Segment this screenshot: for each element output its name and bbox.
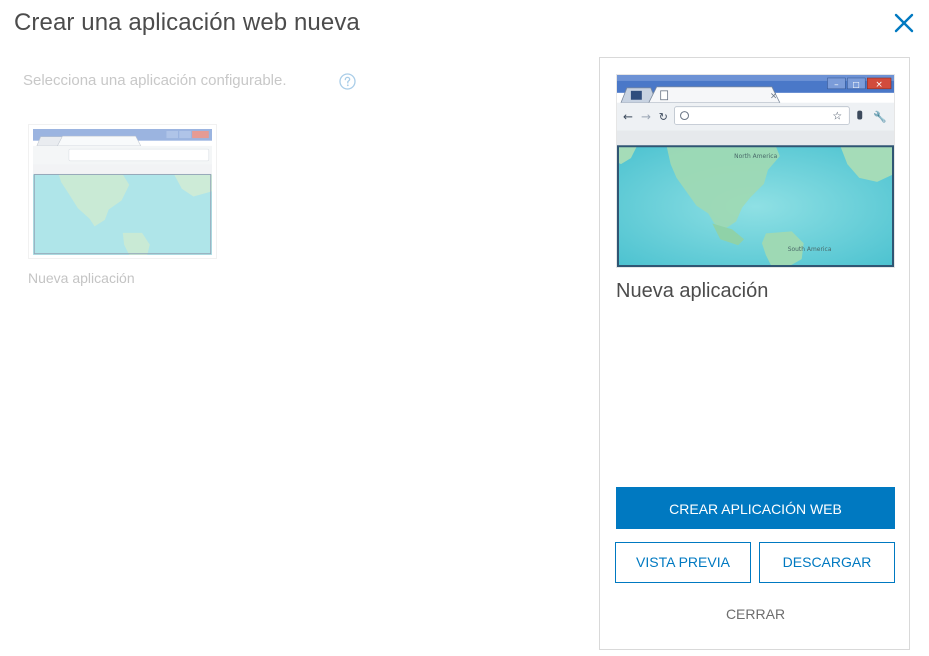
- svg-text:×: ×: [770, 92, 777, 102]
- cancel-close-button[interactable]: CERRAR: [616, 604, 895, 624]
- preview-button[interactable]: VISTA PREVIA: [615, 542, 751, 583]
- gallery-subtitle: Selecciona una aplicación configurable.: [23, 72, 287, 89]
- create-web-app-button[interactable]: CREAR APLICACIÓN WEB: [616, 487, 895, 529]
- detail-panel-title: Nueva aplicación: [616, 280, 769, 302]
- svg-text:×: ×: [875, 80, 882, 90]
- svg-text:↻: ↻: [659, 111, 668, 124]
- svg-text:□: □: [853, 80, 861, 89]
- question-circle-icon[interactable]: [339, 73, 356, 90]
- download-button[interactable]: DESCARGAR: [759, 542, 895, 583]
- template-thumbnail: [33, 129, 212, 255]
- map-label-north-america: North America: [734, 153, 777, 160]
- template-label[interactable]: Nueva aplicación: [28, 270, 135, 286]
- svg-text:☆: ☆: [832, 110, 842, 123]
- svg-text:←: ←: [623, 110, 633, 124]
- svg-text:🔧: 🔧: [873, 110, 887, 124]
- svg-text:→: →: [641, 110, 651, 124]
- template-card-nueva-aplicacion[interactable]: [28, 124, 217, 259]
- detail-panel: – □ × × ← → ↻ ☆ 🔧 North America South Am…: [599, 57, 910, 650]
- close-icon[interactable]: [890, 9, 918, 37]
- map-label-south-america: South America: [788, 246, 832, 253]
- svg-text:–: –: [834, 80, 839, 90]
- dialog-title: Crear una aplicación web nueva: [14, 9, 360, 36]
- app-preview-image: – □ × × ← → ↻ ☆ 🔧 North America South Am…: [616, 74, 895, 268]
